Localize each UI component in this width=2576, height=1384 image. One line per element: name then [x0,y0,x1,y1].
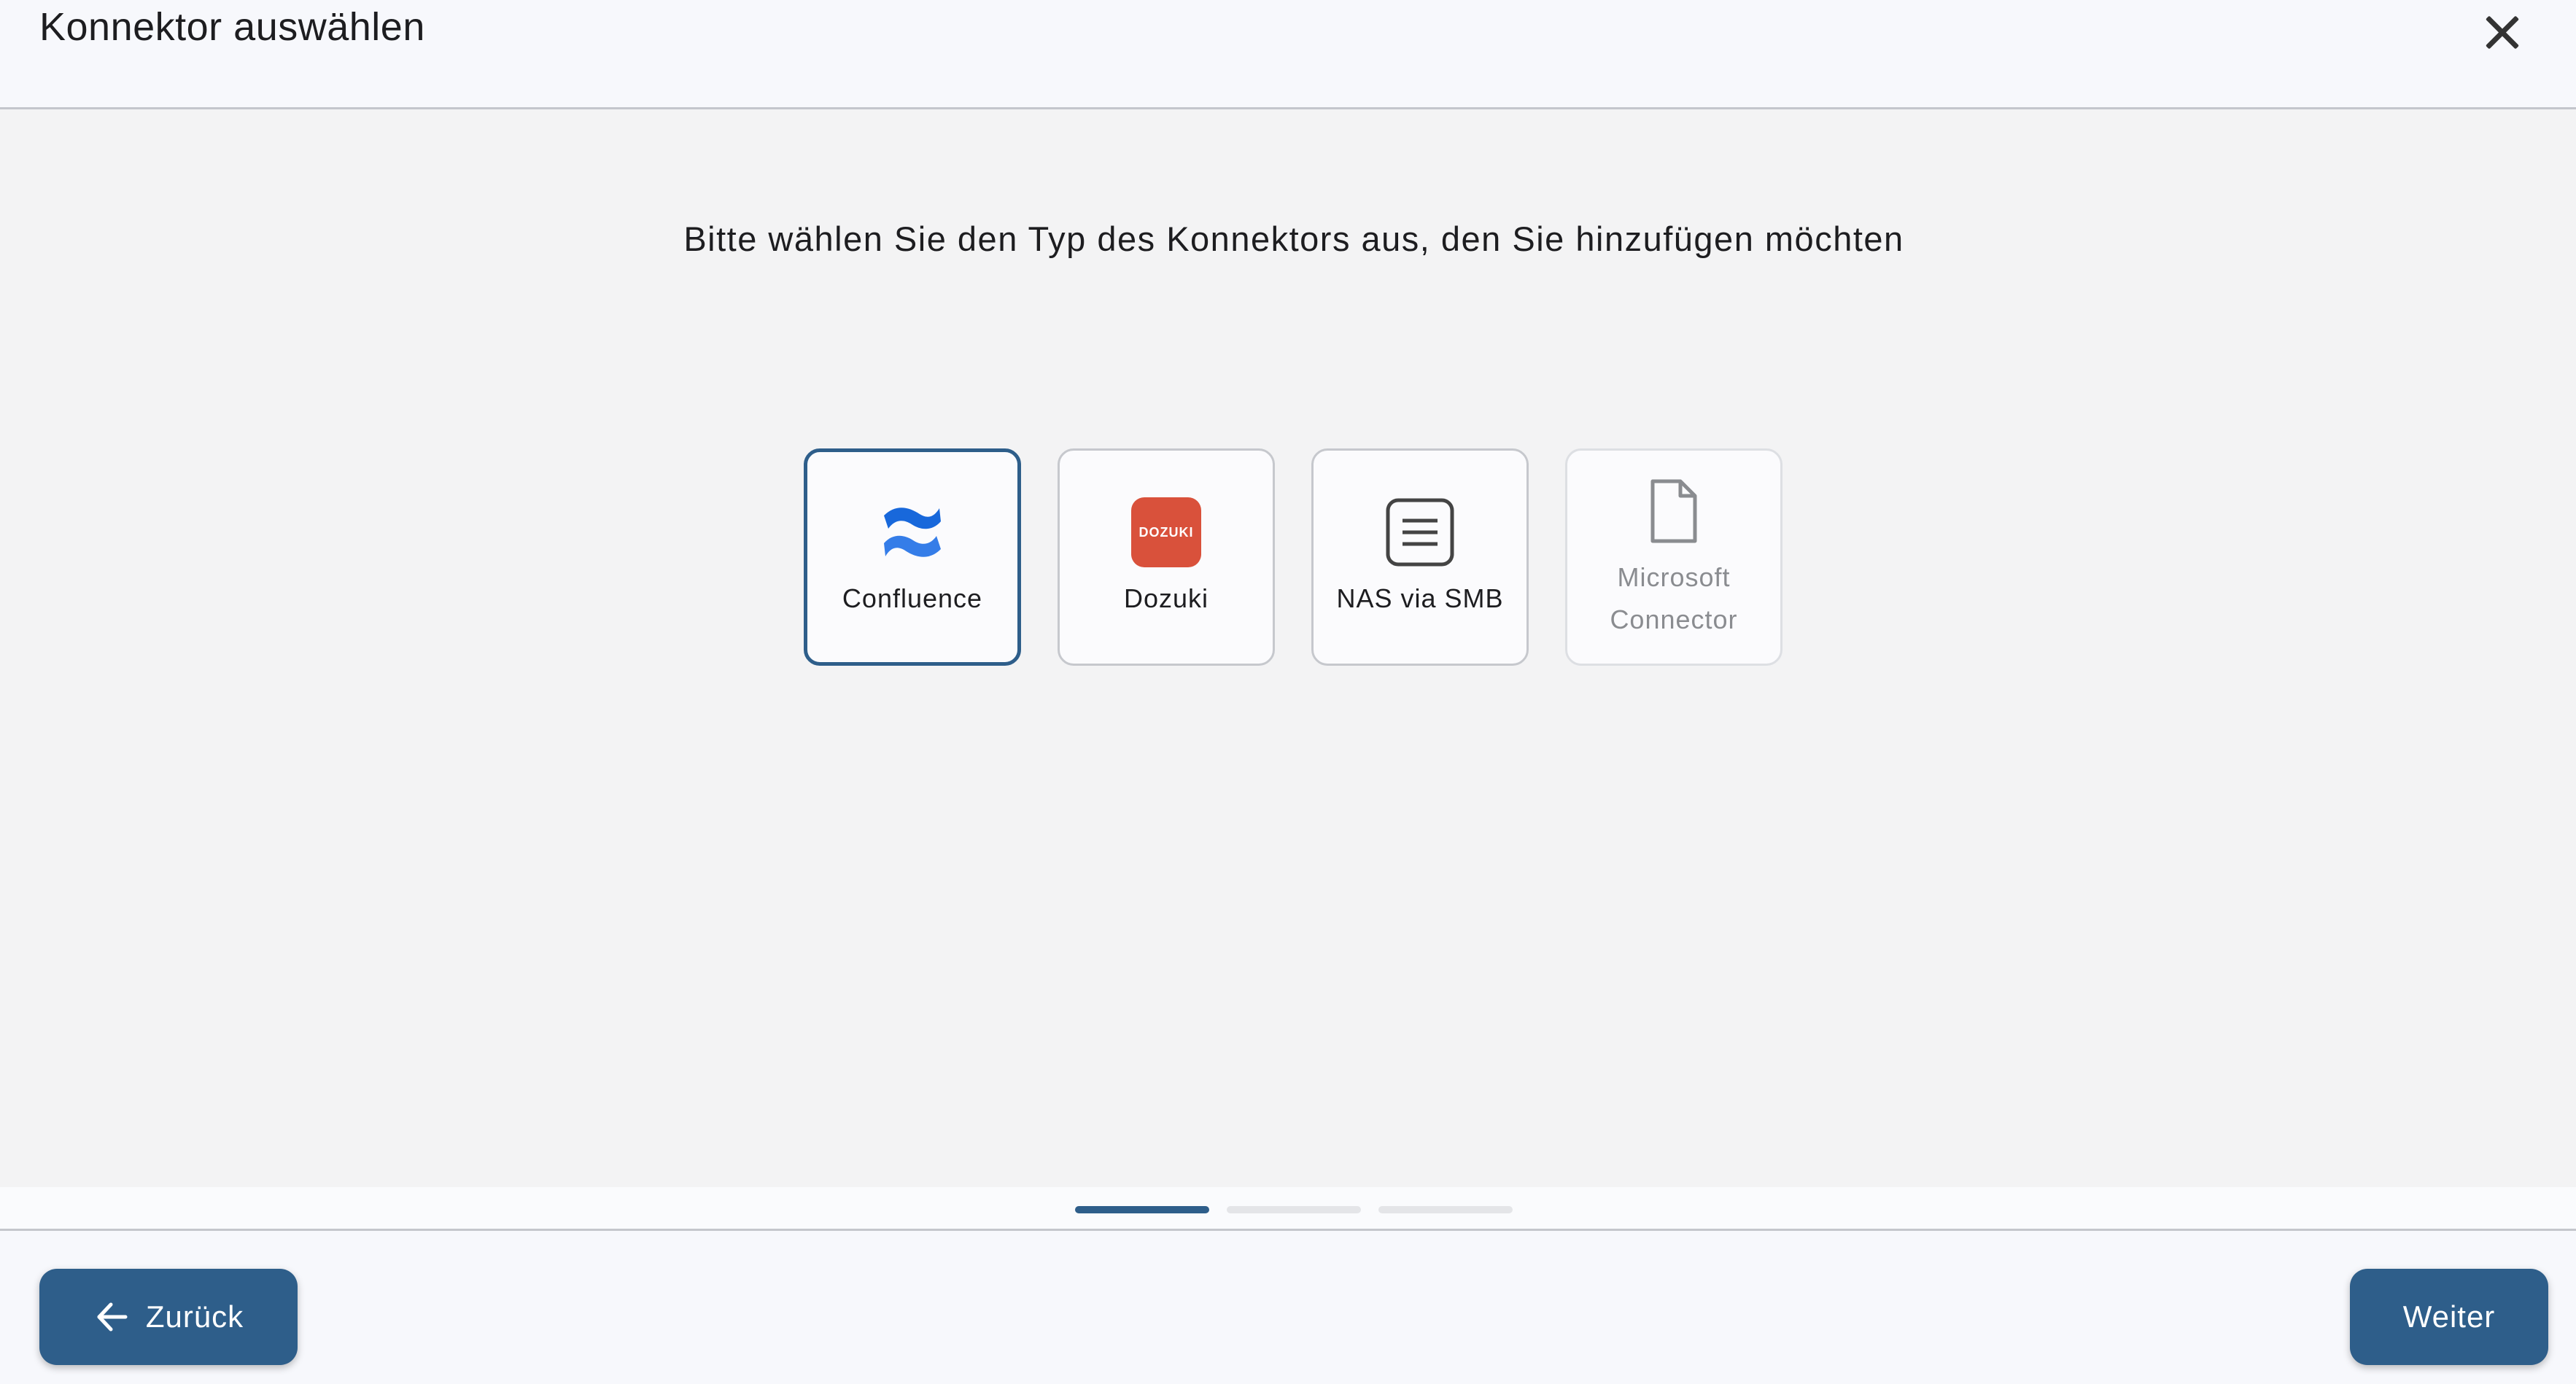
dozuki-logo-icon: DOZUKI [1131,497,1201,567]
step-indicator-3 [1378,1206,1513,1213]
back-button[interactable]: Zurück [39,1269,298,1365]
dialog-header: Konnektor auswählen [0,0,2576,109]
connector-card-nas-smb[interactable]: NAS via SMB [1311,448,1529,666]
step-indicator-2 [1227,1206,1361,1213]
document-lines-icon [1386,498,1454,567]
dialog-title: Konnektor auswählen [39,5,425,49]
connector-list: Confluence DOZUKI Dozuki NAS via SMB Mic… [804,448,1782,666]
connector-label: Confluence [842,583,983,613]
dialog-footer: Zurück Weiter [0,1231,2576,1384]
arrow-left-icon [97,1302,128,1331]
step-progress [0,1187,2576,1231]
step-indicator-1 [1075,1206,1209,1213]
file-icon [1650,479,1697,543]
connector-label: NAS via SMB [1336,583,1504,613]
connector-card-confluence[interactable]: Confluence [804,448,1021,666]
connector-label: Microsoft Connector [1610,562,1738,634]
confluence-logo-icon [884,508,941,557]
connector-label: Dozuki [1123,583,1209,613]
instruction-text: Bitte wählen Sie den Typ des Konnektors … [683,219,1904,258]
next-button[interactable]: Weiter [2350,1269,2548,1365]
close-icon[interactable] [2477,7,2528,58]
next-button-label: Weiter [2402,1299,2496,1334]
connector-card-dozuki[interactable]: DOZUKI Dozuki [1058,448,1275,666]
connector-card-microsoft: Microsoft Connector [1565,448,1782,666]
main-content: Bitte wählen Sie den Typ des Konnektors … [0,109,2576,1187]
back-button-label: Zurück [145,1299,244,1334]
